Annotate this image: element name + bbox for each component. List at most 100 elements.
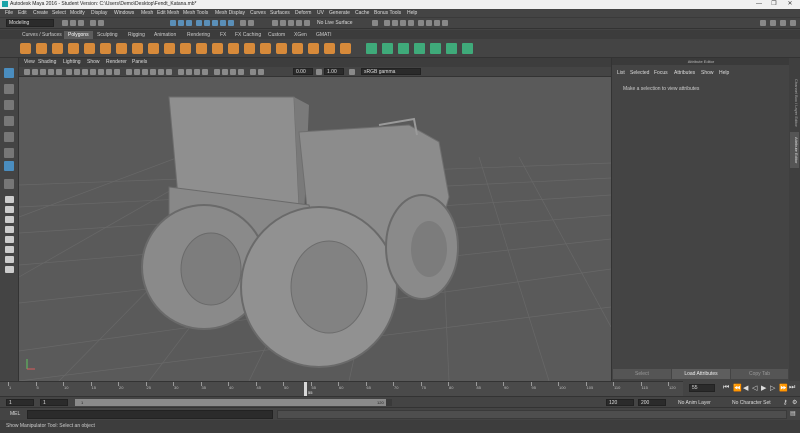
- boolean-difference-icon[interactable]: [212, 43, 223, 54]
- anti-aliasing-icon[interactable]: [194, 69, 200, 75]
- poly-cone-icon[interactable]: [68, 43, 79, 54]
- step-forward-key-icon[interactable]: ⏩: [779, 384, 788, 392]
- fill-hole-icon[interactable]: [308, 43, 319, 54]
- four-view-layout-icon[interactable]: [5, 196, 14, 203]
- menu-edit[interactable]: Edit: [18, 10, 27, 16]
- isolate-select-icon[interactable]: [214, 69, 220, 75]
- save-scene-icon[interactable]: [78, 20, 84, 26]
- panel-menu-panels[interactable]: Panels: [132, 59, 147, 65]
- custom-layout-icon[interactable]: [5, 266, 14, 273]
- highlight-selection-icon[interactable]: [248, 20, 254, 26]
- select-camera-icon[interactable]: [24, 69, 30, 75]
- menu-set-dropdown[interactable]: Modeling: [6, 19, 54, 27]
- mask-faces-icon[interactable]: [212, 20, 218, 26]
- separate-icon[interactable]: [164, 43, 175, 54]
- exposure-icon[interactable]: [258, 69, 264, 75]
- mask-vertices-icon[interactable]: [196, 20, 202, 26]
- lock-camera-icon[interactable]: [32, 69, 38, 75]
- boolean-intersection-icon[interactable]: [228, 43, 239, 54]
- xray-joints-icon[interactable]: [230, 69, 236, 75]
- menu-deform[interactable]: Deform: [295, 10, 311, 16]
- snap-curve-icon[interactable]: [280, 20, 286, 26]
- menu-mesh-tools[interactable]: Mesh Tools: [183, 10, 208, 16]
- panel-menu-renderer[interactable]: Renderer: [106, 59, 127, 65]
- tab-gmati[interactable]: GMATI: [312, 31, 335, 39]
- render-setup-icon[interactable]: [426, 20, 432, 26]
- hypershade-icon[interactable]: [418, 20, 424, 26]
- boolean-union-icon[interactable]: [196, 43, 207, 54]
- xray-icon[interactable]: [222, 69, 228, 75]
- gate-mask-icon[interactable]: [90, 69, 96, 75]
- tab-attribute-editor[interactable]: Attribute Editor: [790, 132, 799, 168]
- step-back-frame-icon[interactable]: ◀: [743, 384, 748, 392]
- attr-menu-focus[interactable]: Focus: [654, 70, 668, 76]
- bridge-icon[interactable]: [276, 43, 287, 54]
- anim-layer-dropdown[interactable]: No Anim Layer: [678, 400, 711, 406]
- menu-help[interactable]: Help: [407, 10, 417, 16]
- spherical-map-icon[interactable]: [398, 43, 409, 54]
- attr-menu-selected[interactable]: Selected: [630, 70, 649, 76]
- shadows-icon[interactable]: [166, 69, 172, 75]
- select-by-hierarchy-icon[interactable]: [170, 20, 176, 26]
- grid-icon[interactable]: [66, 69, 72, 75]
- poly-cube-icon[interactable]: [36, 43, 47, 54]
- panel-menu-shading[interactable]: Shading: [38, 59, 56, 65]
- select-by-object-icon[interactable]: [178, 20, 184, 26]
- motion-blur-icon[interactable]: [186, 69, 192, 75]
- command-input[interactable]: [27, 410, 273, 419]
- perspective-viewport[interactable]: [19, 77, 611, 381]
- gamma-icon[interactable]: [250, 69, 256, 75]
- play-backward-icon[interactable]: ◁: [752, 384, 757, 392]
- tab-fx[interactable]: FX: [216, 31, 230, 39]
- snap-grid-icon[interactable]: [272, 20, 278, 26]
- target-weld-icon[interactable]: [340, 43, 351, 54]
- select-button[interactable]: Select: [613, 369, 671, 379]
- menu-modify[interactable]: Modify: [70, 10, 85, 16]
- tab-fx-caching[interactable]: FX Caching: [231, 31, 265, 39]
- snap-view-plane-icon[interactable]: [296, 20, 302, 26]
- persp-outliner-layout-icon[interactable]: [5, 206, 14, 213]
- load-attributes-button[interactable]: Load Attributes: [672, 369, 730, 379]
- current-frame-field[interactable]: 55: [689, 384, 715, 392]
- mask-edges-icon[interactable]: [204, 20, 210, 26]
- image-plane-icon[interactable]: [56, 69, 62, 75]
- lock-selection-icon[interactable]: [240, 20, 246, 26]
- gamma-toggle-icon[interactable]: [316, 69, 322, 75]
- tab-channel-box-layer-editor[interactable]: Channel Box / Layer Editor: [790, 78, 799, 128]
- attr-menu-show[interactable]: Show: [701, 70, 714, 76]
- smooth-icon[interactable]: [180, 43, 191, 54]
- hypershade-layout-icon[interactable]: [5, 226, 14, 233]
- select-tool-icon[interactable]: [4, 68, 14, 78]
- render-settings-icon[interactable]: [408, 20, 414, 26]
- single-perspective-layout-icon[interactable]: [4, 179, 14, 189]
- tab-curves-surfaces[interactable]: Curves / Surfaces: [18, 31, 66, 39]
- menu-cache[interactable]: Cache: [355, 10, 369, 16]
- attr-menu-attributes[interactable]: Attributes: [674, 70, 695, 76]
- menu-bonus-tools[interactable]: Bonus Tools: [374, 10, 401, 16]
- menu-file[interactable]: File: [5, 10, 13, 16]
- uv-layout-icon[interactable]: [5, 246, 14, 253]
- exposure-field[interactable]: 0.00: [293, 68, 313, 75]
- render-gallery-icon[interactable]: [442, 20, 448, 26]
- mask-uvs-icon[interactable]: [220, 20, 226, 26]
- show-tool-settings-icon[interactable]: [780, 20, 786, 26]
- poly-sphere-icon[interactable]: [20, 43, 31, 54]
- automatic-map-icon[interactable]: [414, 43, 425, 54]
- outliner-layout-icon[interactable]: [5, 236, 14, 243]
- bevel-icon[interactable]: [292, 43, 303, 54]
- tab-rendering[interactable]: Rendering: [183, 31, 214, 39]
- open-scene-icon[interactable]: [70, 20, 76, 26]
- menu-select[interactable]: Select: [52, 10, 66, 16]
- menu-create[interactable]: Create: [33, 10, 48, 16]
- poly-torus-icon[interactable]: [84, 43, 95, 54]
- ipr-render-icon[interactable]: [400, 20, 406, 26]
- tab-rigging[interactable]: Rigging: [124, 31, 149, 39]
- poly-plane-icon[interactable]: [100, 43, 111, 54]
- go-to-start-icon[interactable]: ⏮: [723, 384, 729, 392]
- menu-windows[interactable]: Windows: [114, 10, 134, 16]
- graph-editor-layout-icon[interactable]: [5, 256, 14, 263]
- screen-space-ao-icon[interactable]: [178, 69, 184, 75]
- step-forward-frame-icon[interactable]: ▷: [770, 384, 775, 392]
- play-forward-icon[interactable]: ▶: [761, 384, 766, 392]
- smooth-shade-icon[interactable]: [134, 69, 140, 75]
